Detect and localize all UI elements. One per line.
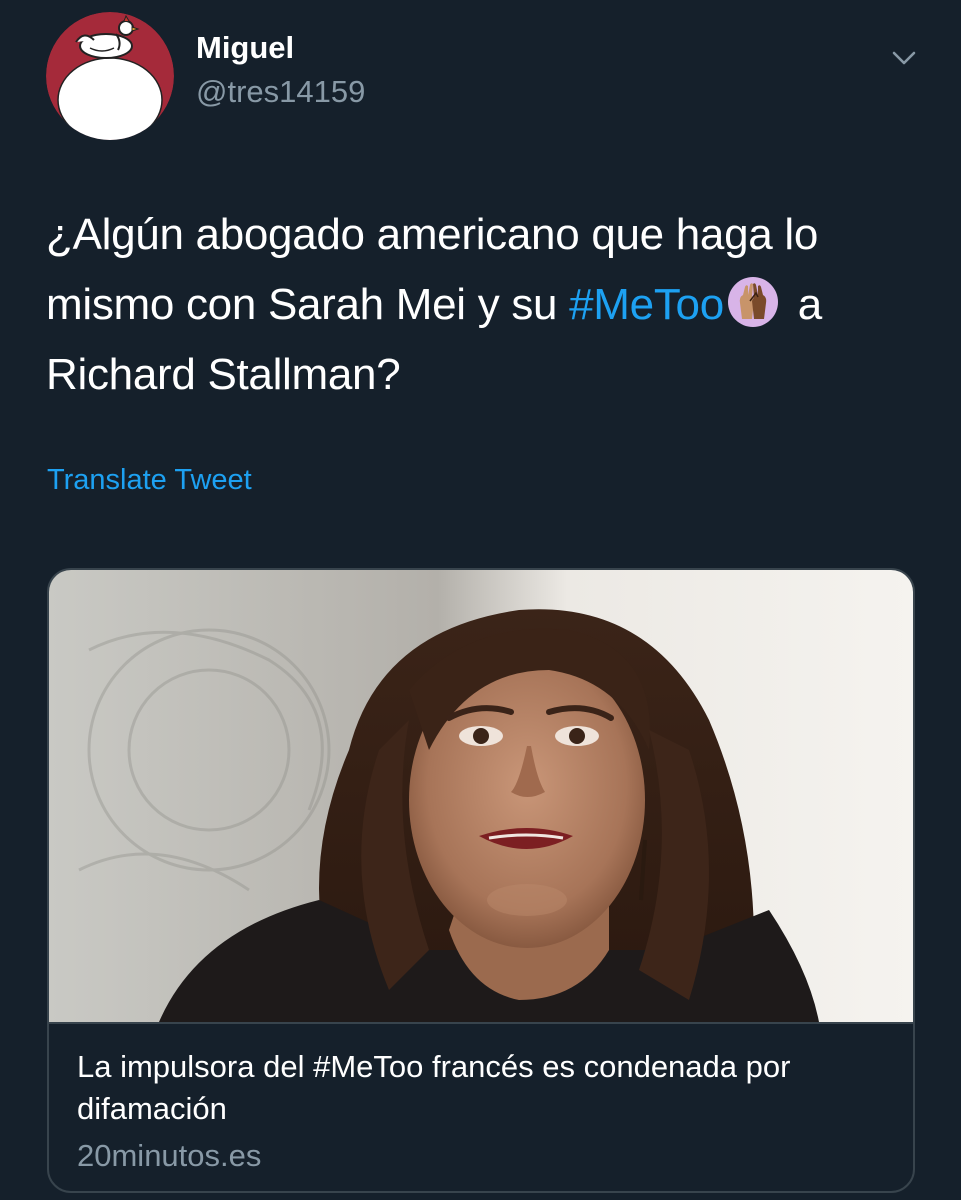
- tweet: Miguel @tres14159 ¿Algún abogado america…: [0, 0, 961, 1200]
- card-domain: 20minutos.es: [77, 1138, 262, 1173]
- translate-tweet-link[interactable]: Translate Tweet: [47, 464, 252, 497]
- card-divider: [49, 1022, 913, 1024]
- news-photo: [49, 570, 913, 1022]
- user-avatar[interactable]: [46, 12, 174, 140]
- raised-hands-metoo-emoji-icon: [726, 275, 780, 329]
- user-names: Miguel @tres14159: [196, 28, 365, 112]
- user-handle[interactable]: @tres14159: [196, 72, 365, 112]
- hashtag-metoo-link[interactable]: #MeToo: [569, 280, 724, 329]
- tweet-text: ¿Algún abogado americano que haga lo mis…: [46, 200, 926, 410]
- chevron-down-icon: [892, 51, 916, 65]
- card-title: La impulsora del #MeToo francés es conde…: [77, 1049, 791, 1126]
- chicken-avatar-icon: [46, 12, 174, 140]
- tweet-menu-button[interactable]: [886, 44, 922, 72]
- link-card[interactable]: La impulsora del #MeToo francés es conde…: [47, 568, 915, 1193]
- display-name[interactable]: Miguel: [196, 28, 365, 68]
